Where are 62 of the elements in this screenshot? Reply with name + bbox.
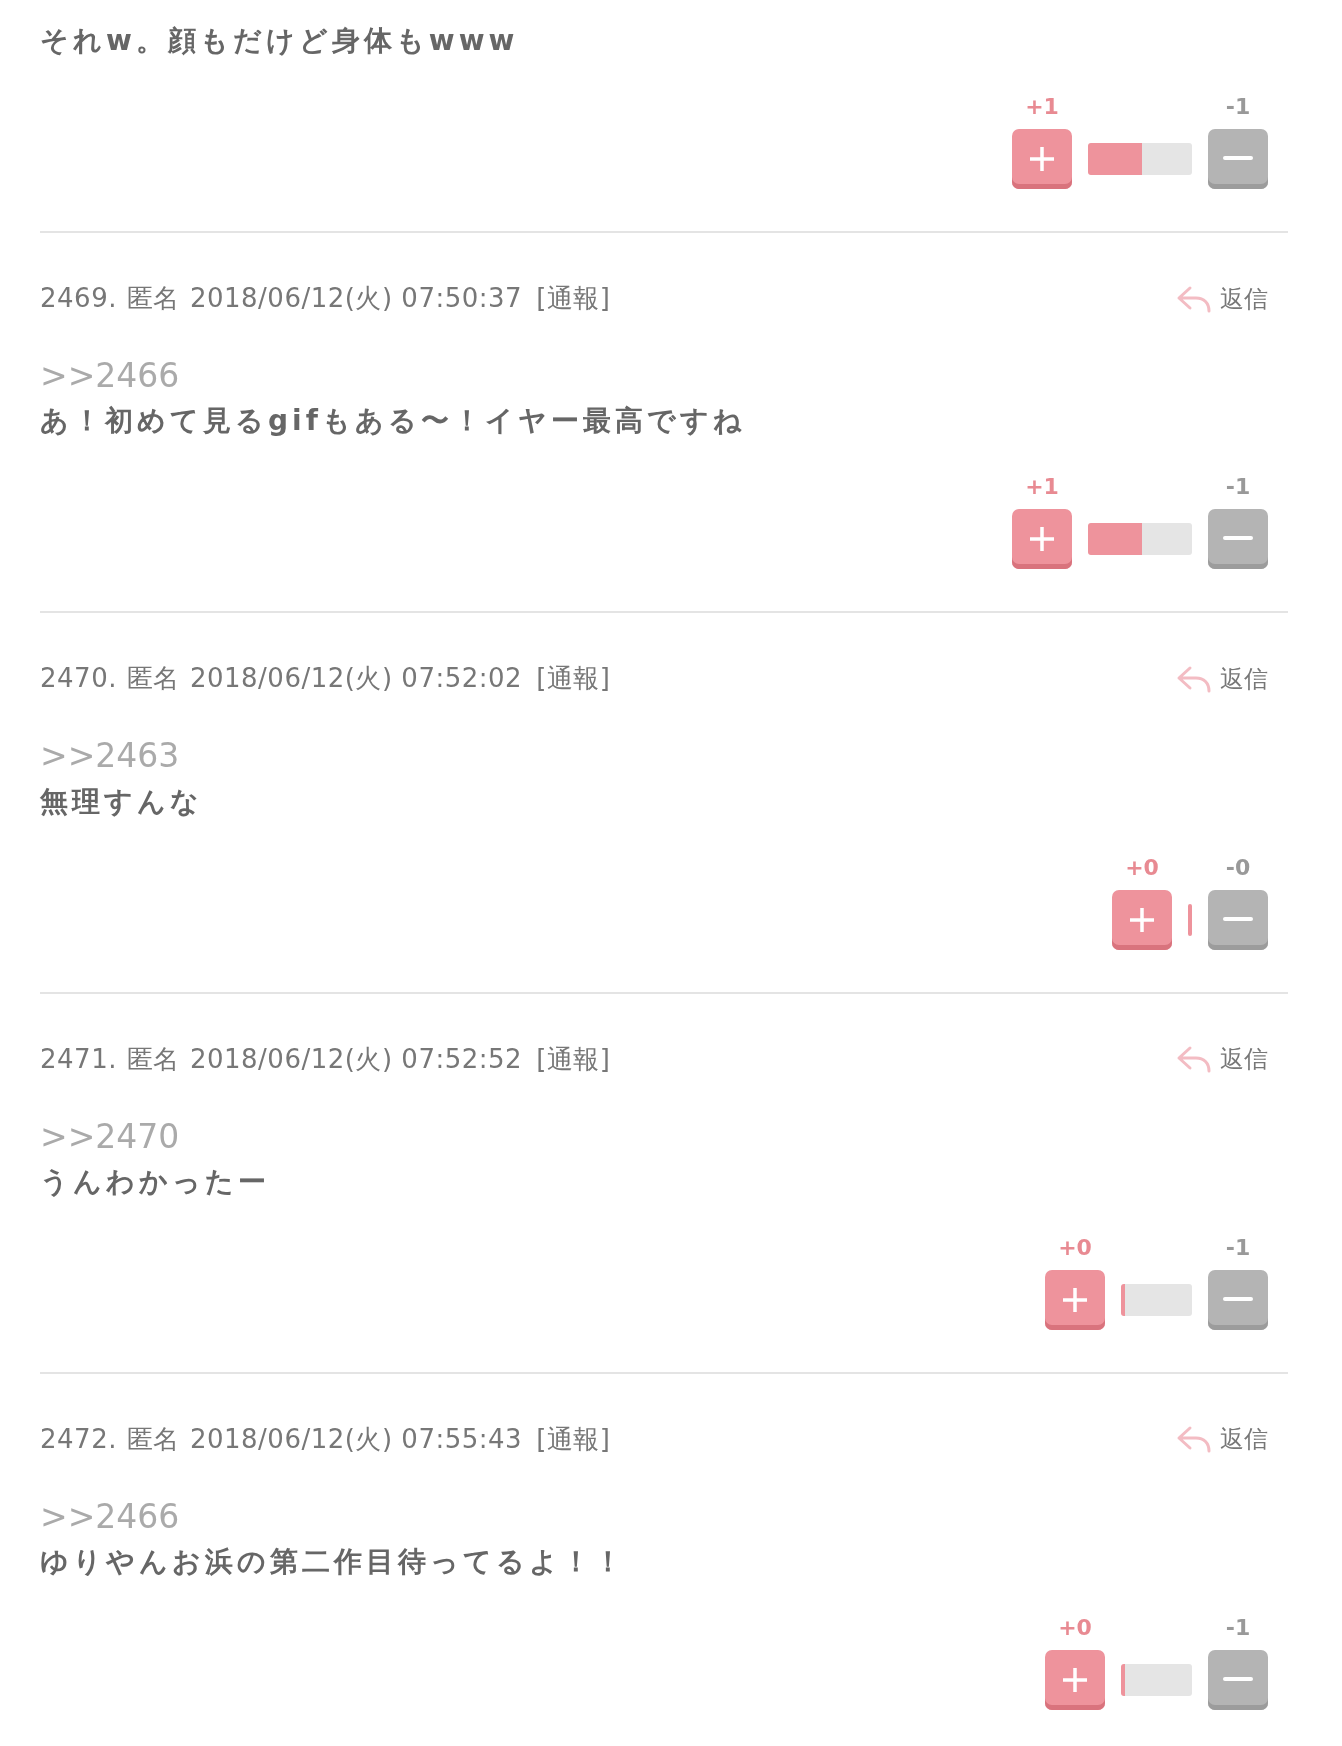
plus-count: +1 [1024,476,1060,499]
author-name: 匿名 [126,1423,180,1454]
post-number: 2469. [40,283,117,313]
minus-button[interactable] [1208,889,1268,950]
plus-count: +0 [1124,856,1160,879]
author-name: 匿名 [126,1043,180,1074]
plus-button[interactable] [1045,1650,1105,1711]
report-link[interactable]: [通報] [536,283,611,313]
reply-button[interactable]: 返信 [1176,1041,1268,1078]
post-number: 2472. [40,1423,117,1454]
report-link[interactable]: [通報] [536,663,611,694]
minus-icon [1223,156,1253,162]
plus-icon [1128,905,1156,934]
author-name: 匿名 [126,283,180,313]
plus-count: +0 [1057,1617,1093,1640]
reply-anchor-link[interactable]: >>2463 [40,738,180,775]
reply-anchor-link[interactable]: >>2466 [40,358,180,395]
minus-button[interactable] [1208,1269,1268,1330]
comment-text: あ！初めて見るgifもある〜！イヤー最高ですね [40,403,747,440]
minus-count: -0 [1224,856,1252,879]
comment-text: 無理すんな [40,783,204,820]
plus-button[interactable] [1112,889,1172,950]
plus-count: +0 [1057,1236,1093,1259]
minus-count: -1 [1224,1617,1252,1640]
post-date: 2018/06/12(火) 07:55:43 [189,1423,523,1454]
reply-anchor-link[interactable]: >>2470 [40,1118,180,1155]
reply-icon [1176,1044,1212,1075]
reply-button[interactable]: 返信 [1176,660,1268,697]
minus-icon [1223,916,1253,923]
vote-ratio-bar [1188,903,1192,936]
post-date: 2018/06/12(火) 07:52:52 [189,1043,523,1074]
minus-count: -1 [1224,96,1252,118]
post-date: 2018/06/12(火) 07:50:37 [189,283,523,313]
comment-text: ゆりやんお浜の第二作目待ってるよ！！ [40,1544,627,1581]
plus-icon [1061,1285,1089,1314]
report-link[interactable]: [通報] [536,1423,611,1454]
plus-icon [1028,145,1056,173]
reply-anchor-link[interactable]: >>2466 [40,1498,180,1536]
post-number: 2471. [40,1043,117,1074]
minus-count: -1 [1224,476,1252,499]
minus-icon [1223,1677,1253,1684]
minus-icon [1223,536,1253,543]
minus-button[interactable] [1208,1650,1268,1711]
plus-count: +1 [1024,96,1060,118]
minus-button[interactable] [1208,129,1268,189]
plus-icon [1061,1666,1089,1695]
reply-icon [1176,1424,1212,1455]
post-number: 2470. [40,663,117,694]
minus-count: -1 [1224,1236,1252,1259]
report-link[interactable]: [通報] [536,1043,611,1074]
comment-text: それw。顔もだけど身体もwww [40,23,520,59]
plus-button[interactable] [1012,129,1072,189]
plus-icon [1028,525,1056,554]
minus-icon [1223,1296,1253,1303]
reply-button[interactable]: 返信 [1176,1421,1268,1458]
reply-button[interactable]: 返信 [1176,280,1268,317]
comment-text: うんわかったー [40,1163,271,1200]
plus-button[interactable] [1012,509,1072,570]
post-date: 2018/06/12(火) 07:52:02 [189,663,523,694]
minus-button[interactable] [1208,509,1268,570]
author-name: 匿名 [126,663,180,694]
plus-button[interactable] [1045,1269,1105,1330]
